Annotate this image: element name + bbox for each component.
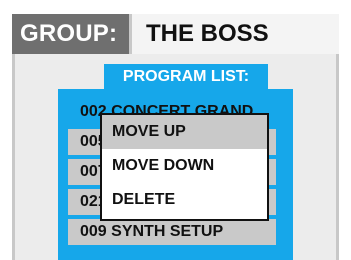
group-name[interactable]: THE BOSS xyxy=(129,14,339,54)
group-header: GROUP: THE BOSS xyxy=(12,14,339,54)
context-menu: MOVE UP MOVE DOWN DELETE xyxy=(100,113,269,221)
program-list-title: PROGRAM LIST: xyxy=(104,64,268,90)
group-label: GROUP: xyxy=(12,14,129,54)
program-list-item[interactable]: 009 SYNTH SETUP xyxy=(68,219,276,245)
menu-item-move-up[interactable]: MOVE UP xyxy=(102,115,267,149)
menu-item-move-down[interactable]: MOVE DOWN xyxy=(102,149,267,183)
menu-item-delete[interactable]: DELETE xyxy=(102,183,267,217)
